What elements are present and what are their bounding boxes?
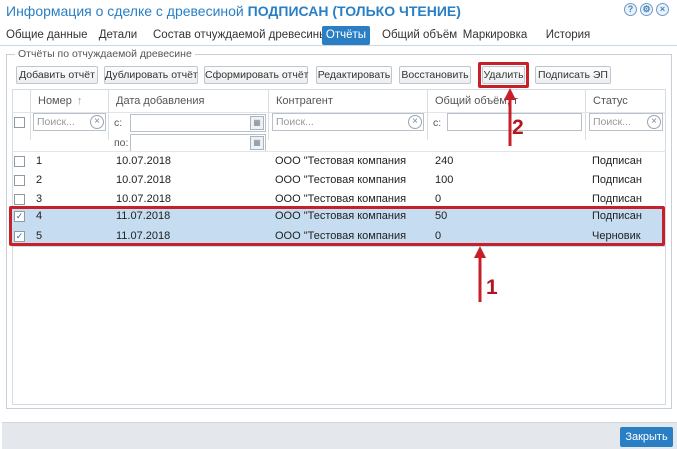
row-date: 10.07.2018 bbox=[116, 174, 172, 186]
row-status: Подписан bbox=[592, 155, 642, 167]
row-volume: 0 bbox=[435, 193, 442, 205]
reports-toolbar: Добавить отчёт Дублировать отчёт Сформир… bbox=[0, 66, 677, 84]
window-title: Информация о сделке с древесиной ПОДПИСА… bbox=[6, 3, 461, 19]
row-contractor: ООО "Тестовая компания bbox=[275, 155, 407, 167]
volume-from-label: с: bbox=[433, 117, 442, 129]
tab-history[interactable]: История bbox=[544, 26, 592, 45]
date-from-input[interactable] bbox=[130, 114, 266, 132]
row-checkbox[interactable] bbox=[14, 156, 25, 167]
row-number: 1 bbox=[36, 155, 43, 167]
table-row[interactable]: 2 10.07.2018 ООО "Тестовая компания 100 … bbox=[13, 171, 665, 191]
edit-button[interactable]: Редактировать bbox=[316, 66, 392, 84]
restore-button[interactable]: Восстановить bbox=[399, 66, 471, 84]
reports-grid bbox=[12, 89, 666, 405]
sign-ep-button[interactable]: Подписать ЭП bbox=[535, 66, 611, 84]
tab-wood-composition[interactable]: Состав отчуждаемой древесины bbox=[153, 26, 327, 45]
duplicate-report-button[interactable]: Дублировать отчёт bbox=[104, 66, 198, 84]
column-separator bbox=[30, 90, 31, 140]
column-separator bbox=[108, 90, 109, 140]
row-checkbox[interactable] bbox=[14, 175, 25, 186]
settings-icon[interactable]: ⚙ bbox=[640, 3, 653, 16]
select-all-checkbox[interactable] bbox=[14, 117, 25, 128]
clear-icon[interactable]: × bbox=[408, 115, 422, 129]
date-to-label: по: bbox=[114, 137, 129, 149]
close-icon[interactable]: × bbox=[656, 3, 669, 16]
annotation-number-2: 2 bbox=[512, 116, 524, 139]
tab-bar: Общие данные Детали Состав отчуждаемой д… bbox=[0, 24, 677, 46]
add-report-button[interactable]: Добавить отчёт bbox=[16, 66, 98, 84]
column-header-contractor[interactable]: Контрагент bbox=[276, 90, 333, 112]
delete-button-highlight bbox=[478, 62, 529, 88]
table-row[interactable]: 1 10.07.2018 ООО "Тестовая компания 240 … bbox=[13, 152, 665, 172]
column-header-date[interactable]: Дата добавления bbox=[116, 90, 204, 112]
tab-total-volume[interactable]: Общий объём bbox=[382, 26, 457, 45]
title-status: ПОДПИСАН (ТОЛЬКО ЧТЕНИЕ) bbox=[247, 3, 461, 19]
column-number-label: Номер bbox=[38, 95, 72, 107]
row-number: 2 bbox=[36, 174, 43, 186]
tab-marking[interactable]: Маркировка bbox=[460, 26, 530, 45]
title-prefix: Информация о сделке с древесиной bbox=[6, 3, 244, 19]
clear-icon[interactable]: × bbox=[647, 115, 661, 129]
row-status: Подписан bbox=[592, 174, 642, 186]
row-volume: 240 bbox=[435, 155, 454, 167]
row-checkbox[interactable] bbox=[14, 194, 25, 205]
help-icon[interactable]: ? bbox=[624, 3, 637, 16]
tab-general[interactable]: Общие данные bbox=[6, 26, 87, 45]
sort-arrow-icon: ↑ bbox=[76, 95, 83, 107]
date-from-label: с: bbox=[114, 117, 123, 129]
window-title-bar: Информация о сделке с древесиной ПОДПИСА… bbox=[0, 0, 677, 22]
row-number: 3 bbox=[36, 193, 43, 205]
close-button[interactable]: Закрыть bbox=[620, 427, 673, 447]
date-to-input[interactable] bbox=[130, 134, 266, 152]
contractor-search-input[interactable]: Поиск... bbox=[272, 113, 424, 131]
annotation-number-1: 1 bbox=[486, 276, 498, 299]
calendar-icon[interactable]: ▦ bbox=[250, 116, 264, 130]
dialog-footer bbox=[2, 422, 677, 449]
row-contractor: ООО "Тестовая компания bbox=[275, 174, 407, 186]
column-separator bbox=[427, 90, 428, 140]
row-volume: 100 bbox=[435, 174, 454, 186]
tab-reports[interactable]: Отчёты bbox=[322, 26, 370, 45]
tab-details[interactable]: Детали bbox=[97, 26, 139, 45]
row-status: Подписан bbox=[592, 193, 642, 205]
row-contractor: ООО "Тестовая компания bbox=[275, 193, 407, 205]
column-separator bbox=[268, 90, 269, 140]
selected-rows-highlight bbox=[9, 206, 665, 246]
clear-icon[interactable]: × bbox=[90, 115, 104, 129]
column-header-number[interactable]: Номер ↑ bbox=[38, 90, 82, 112]
calendar-icon[interactable]: ▦ bbox=[250, 136, 264, 150]
row-date: 10.07.2018 bbox=[116, 155, 172, 167]
column-separator bbox=[585, 90, 586, 140]
row-date: 10.07.2018 bbox=[116, 193, 172, 205]
panel-legend: Отчёты по отчуждаемой древесине bbox=[15, 48, 195, 60]
generate-report-button[interactable]: Сформировать отчёт bbox=[204, 66, 308, 84]
column-header-status[interactable]: Статус bbox=[593, 90, 628, 112]
